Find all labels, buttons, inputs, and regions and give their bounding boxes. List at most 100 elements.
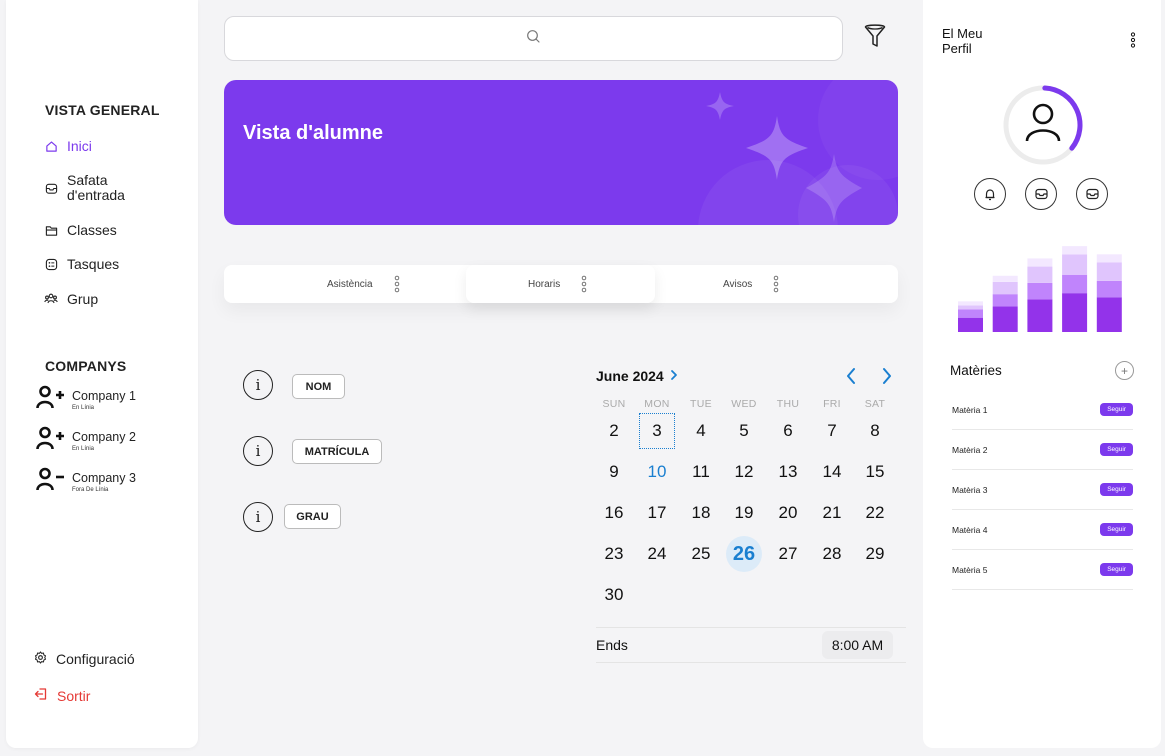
calendar-day[interactable]: 26 bbox=[726, 536, 762, 572]
subject-row: Matèria 5 Seguir bbox=[952, 550, 1133, 590]
calendar-day[interactable]: 19 bbox=[726, 495, 762, 531]
kebab-menu-icon[interactable] bbox=[394, 275, 400, 293]
name-tag[interactable]: NOM bbox=[292, 374, 345, 399]
calendar-day[interactable]: 20 bbox=[770, 495, 806, 531]
bar-segment bbox=[958, 305, 983, 310]
messages-button[interactable] bbox=[1076, 178, 1108, 210]
calendar-day[interactable]: 24 bbox=[639, 536, 675, 572]
notifications-button[interactable] bbox=[974, 178, 1006, 210]
calendar-day[interactable]: 8 bbox=[857, 413, 893, 449]
companion-item[interactable]: Company 3 Fora De Línia bbox=[36, 467, 136, 496]
ends-label: Ends bbox=[596, 637, 628, 653]
ends-time-picker[interactable]: 8:00 AM bbox=[822, 631, 893, 659]
calendar-day[interactable]: 10 bbox=[639, 454, 675, 490]
enrollment-tag[interactable]: MATRÍCULA bbox=[292, 439, 382, 464]
calendar-day[interactable]: 29 bbox=[857, 536, 893, 572]
profile-title: El Meu Perfil bbox=[942, 26, 983, 56]
bar-segment bbox=[1096, 280, 1122, 298]
inbox-icon bbox=[1085, 188, 1099, 200]
calendar-day[interactable]: 9 bbox=[596, 454, 632, 490]
section-title-overview: VISTA GENERAL bbox=[45, 102, 160, 118]
calendar-day[interactable]: 21 bbox=[814, 495, 850, 531]
settings-button[interactable]: Configuració bbox=[34, 651, 135, 667]
companion-item[interactable]: Company 2 En Línia bbox=[36, 426, 136, 455]
follow-button[interactable]: Seguir bbox=[1100, 403, 1133, 416]
kebab-menu-icon[interactable] bbox=[773, 275, 779, 293]
calendar-day[interactable]: 27 bbox=[770, 536, 806, 572]
follow-button[interactable]: Seguir bbox=[1100, 563, 1133, 576]
calendar-day[interactable]: 13 bbox=[770, 454, 806, 490]
sparkle-decoration bbox=[698, 80, 898, 225]
tab-label: Asistència bbox=[327, 278, 373, 290]
degree-tag[interactable]: GRAU bbox=[284, 504, 341, 529]
user-icon bbox=[1025, 103, 1061, 142]
calendar-day[interactable]: 22 bbox=[857, 495, 893, 531]
sidebar-item-inbox[interactable]: Safata d'entrada bbox=[44, 173, 137, 203]
home-icon bbox=[44, 139, 58, 153]
calendar-day[interactable]: 23 bbox=[596, 536, 632, 572]
calendar-day[interactable]: 2 bbox=[596, 413, 632, 449]
calendar-day[interactable]: 14 bbox=[814, 454, 850, 490]
follow-button[interactable]: Seguir bbox=[1100, 483, 1133, 496]
tab-attendance[interactable]: Asistència bbox=[224, 265, 466, 303]
add-subject-button[interactable]: + bbox=[1115, 361, 1134, 380]
calendar-month-selector[interactable]: June 2024 bbox=[596, 368, 678, 384]
sidebar-item-home[interactable]: Inici bbox=[44, 138, 92, 154]
subject-row: Matèria 2 Seguir bbox=[952, 430, 1133, 470]
tab-label: Horaris bbox=[528, 278, 561, 290]
calendar-day[interactable]: 12 bbox=[726, 454, 762, 490]
kebab-menu-icon[interactable] bbox=[581, 275, 587, 293]
calendar-day[interactable]: 5 bbox=[726, 413, 762, 449]
bar-segment bbox=[992, 306, 1018, 332]
sidebar-item-label: Safata d'entrada bbox=[67, 172, 125, 203]
calendar-day[interactable]: 30 bbox=[596, 577, 632, 613]
info-icon[interactable]: i bbox=[243, 502, 273, 532]
calendar-day[interactable]: 18 bbox=[683, 495, 719, 531]
weekday-label: FRI bbox=[823, 398, 841, 410]
user-minus-icon bbox=[36, 467, 66, 496]
tab-notices[interactable]: Avisos bbox=[655, 265, 898, 303]
avatar[interactable] bbox=[1001, 83, 1085, 167]
calendar-day[interactable]: 7 bbox=[814, 413, 850, 449]
calendar-day[interactable]: 11 bbox=[683, 454, 719, 490]
follow-button[interactable]: Seguir bbox=[1100, 523, 1133, 536]
filter-button[interactable] bbox=[862, 23, 888, 52]
calendar-day[interactable]: 4 bbox=[683, 413, 719, 449]
calendar-day[interactable]: 6 bbox=[770, 413, 806, 449]
logout-icon bbox=[34, 687, 48, 704]
logout-button[interactable]: Sortir bbox=[34, 687, 90, 704]
sidebar-item-tasks[interactable]: Tasques bbox=[44, 256, 119, 272]
sidebar-item-classes[interactable]: Classes bbox=[44, 222, 117, 238]
inbox-icon bbox=[44, 181, 58, 195]
calendar-day[interactable]: 25 bbox=[683, 536, 719, 572]
user-plus-icon bbox=[36, 385, 66, 414]
subject-name: Matèria 2 bbox=[952, 444, 988, 455]
sidebar-item-label: Tasques bbox=[67, 256, 120, 272]
tab-schedule[interactable]: Horaris bbox=[466, 265, 655, 303]
sidebar: VISTA GENERAL Inici Safata d'entrada Cla… bbox=[6, 0, 198, 748]
follow-button[interactable]: Seguir bbox=[1100, 443, 1133, 456]
calendar-next-button[interactable] bbox=[877, 366, 897, 386]
calendar-day[interactable]: 17 bbox=[639, 495, 675, 531]
calendar-day[interactable]: 3 bbox=[639, 413, 675, 449]
kebab-menu-icon[interactable] bbox=[1130, 32, 1136, 48]
companion-status: En Línia bbox=[72, 445, 95, 452]
weekday-label: THU bbox=[776, 398, 800, 410]
calendar-prev-button[interactable] bbox=[841, 366, 861, 386]
calendar-day[interactable]: 16 bbox=[596, 495, 632, 531]
chevron-right-icon bbox=[670, 368, 678, 384]
calendar-day[interactable]: 15 bbox=[857, 454, 893, 490]
companion-item[interactable]: Company 1 En Línia bbox=[36, 385, 136, 414]
companion-name: Company 1 bbox=[72, 388, 136, 403]
search-input[interactable] bbox=[224, 16, 843, 61]
calendar-day[interactable]: 28 bbox=[814, 536, 850, 572]
bar-segment bbox=[992, 294, 1018, 307]
companion-status: Fora De Línia bbox=[72, 486, 109, 493]
subject-name: Matèria 1 bbox=[952, 404, 988, 415]
inbox-button[interactable] bbox=[1025, 178, 1057, 210]
profile-progress-ring bbox=[1003, 85, 1083, 165]
sidebar-item-group[interactable]: Grup bbox=[44, 291, 98, 307]
bar-segment bbox=[1027, 282, 1053, 300]
info-icon[interactable]: i bbox=[243, 436, 273, 466]
info-icon[interactable]: i bbox=[243, 370, 273, 400]
